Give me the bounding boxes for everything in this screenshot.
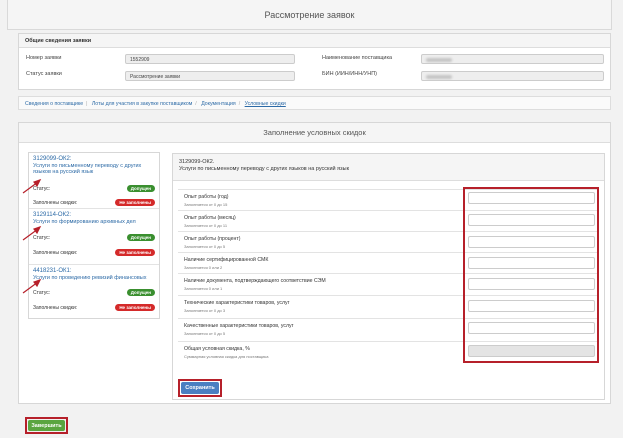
lots-list: 3129099-ОК2: Услуги по письменному перев… <box>28 152 160 319</box>
total-discount-field <box>468 345 595 357</box>
application-status-label: Статус заявки <box>26 71 62 77</box>
breadcrumb: Сведения о поставщике | Лоты для участия … <box>18 96 611 110</box>
application-number-field: 1552909 <box>125 54 295 64</box>
arrow-head <box>33 178 42 188</box>
lot-item[interactable]: 4418231-ОК1: Услуги по проведению ревизи… <box>29 265 159 318</box>
criterion-hint: Заполняется от 0 до 11 <box>184 223 228 228</box>
criterion-hint: Заполняется от 0 до 5 <box>184 244 226 249</box>
criterion-name: Опыт работы (месяц) <box>184 215 236 221</box>
criterion-name: Опыт работы (год) <box>184 194 229 200</box>
criterion-hint: Заполняется от 0 до 15 <box>184 202 228 207</box>
status-badge: Допущен <box>126 234 155 241</box>
page-title-bar: Рассмотрение заявок <box>7 0 612 30</box>
breadcrumb-lots[interactable]: Лоты для участия в закупке поставщиком <box>92 101 192 107</box>
breadcrumb-conditional-discounts[interactable]: Условные скидки <box>245 101 286 107</box>
breadcrumb-supplier-info[interactable]: Сведения о поставщике <box>25 101 83 107</box>
selected-lot-description: Услуги по письменному переводу с других … <box>179 165 349 172</box>
annotation-arrows <box>22 178 42 294</box>
criterion-hint: Заполняется от 0 до 3 <box>184 308 226 313</box>
criterion-name: Наличие документа, подтверждающего соотв… <box>184 278 326 284</box>
criterion-hint: Заполняется 0 или 2 <box>184 265 223 270</box>
page-title: Рассмотрение заявок <box>264 9 355 20</box>
supplier-name-field <box>421 54 604 64</box>
discount-badge: Не заполнены <box>115 249 155 256</box>
arrow-head <box>33 278 42 288</box>
experience-months-input[interactable] <box>468 214 595 226</box>
criterion-hint: Заполняется от 0 до 5 <box>184 331 226 336</box>
lot-description[interactable]: Услуги по проведению ревизий финансовых <box>33 275 155 282</box>
criterion-hint: Суммарная условная скидка для поставщика <box>184 354 269 359</box>
application-status-field: Рассмотрение заявки <box>125 71 295 81</box>
criterion-hint: Заполняется 0 или 1 <box>184 286 223 291</box>
breadcrumb-documentation[interactable]: Документация <box>201 101 236 107</box>
redacted-value <box>426 57 452 62</box>
discount-badge: Не заполнены <box>115 304 155 311</box>
application-number-label: Номер заявки <box>26 55 62 61</box>
lot-discount-label: Заполнены скидки: <box>33 304 78 311</box>
discount-badge: Не заполнены <box>115 199 155 206</box>
lot-item[interactable]: 3129099-ОК2: Услуги по письменному перев… <box>29 153 159 209</box>
experience-percent-input[interactable] <box>468 236 595 248</box>
criterion-name: Общая условная скидка, % <box>184 346 250 352</box>
redacted-value <box>426 74 452 79</box>
status-badge: Допущен <box>126 289 155 296</box>
technical-characteristics-input[interactable] <box>468 300 595 312</box>
lot-description[interactable]: Услуги по формированию архивных дел <box>33 219 155 226</box>
bin-label: БИН (ИИН/ИНН/УНП) <box>322 71 377 77</box>
criterion-name: Качественные характеристики товаров, усл… <box>184 323 294 329</box>
quality-characteristics-input[interactable] <box>468 322 595 334</box>
save-button[interactable]: Сохранить <box>181 382 219 394</box>
criterion-name: Опыт работы (процент) <box>184 236 241 242</box>
criterion-name: Наличие сертифицированной СМК <box>184 257 269 263</box>
lot-item[interactable]: 3129114-ОК2: Услуги по формированию архи… <box>29 209 159 265</box>
lot-description[interactable]: Услуги по письменному переводу с других … <box>33 163 155 176</box>
selected-lot-header: 3129099-ОК2. Услуги по письменному перев… <box>173 154 604 181</box>
status-badge: Допущен <box>126 185 155 192</box>
criterion-name: Технические характеристики товаров, услу… <box>184 300 290 306</box>
ems-document-input[interactable] <box>468 278 595 290</box>
experience-years-input[interactable] <box>468 192 595 204</box>
conditional-discounts-heading: Заполнение условных скидок <box>19 123 610 143</box>
arrow-head <box>33 225 42 235</box>
certified-qms-input[interactable] <box>468 257 595 269</box>
supplier-name-label: Наименование поставщика <box>322 55 393 61</box>
general-info-heading: Общие сведения заявки <box>19 34 610 48</box>
finish-button[interactable]: Завершить <box>28 420 65 431</box>
bin-field <box>421 71 604 81</box>
